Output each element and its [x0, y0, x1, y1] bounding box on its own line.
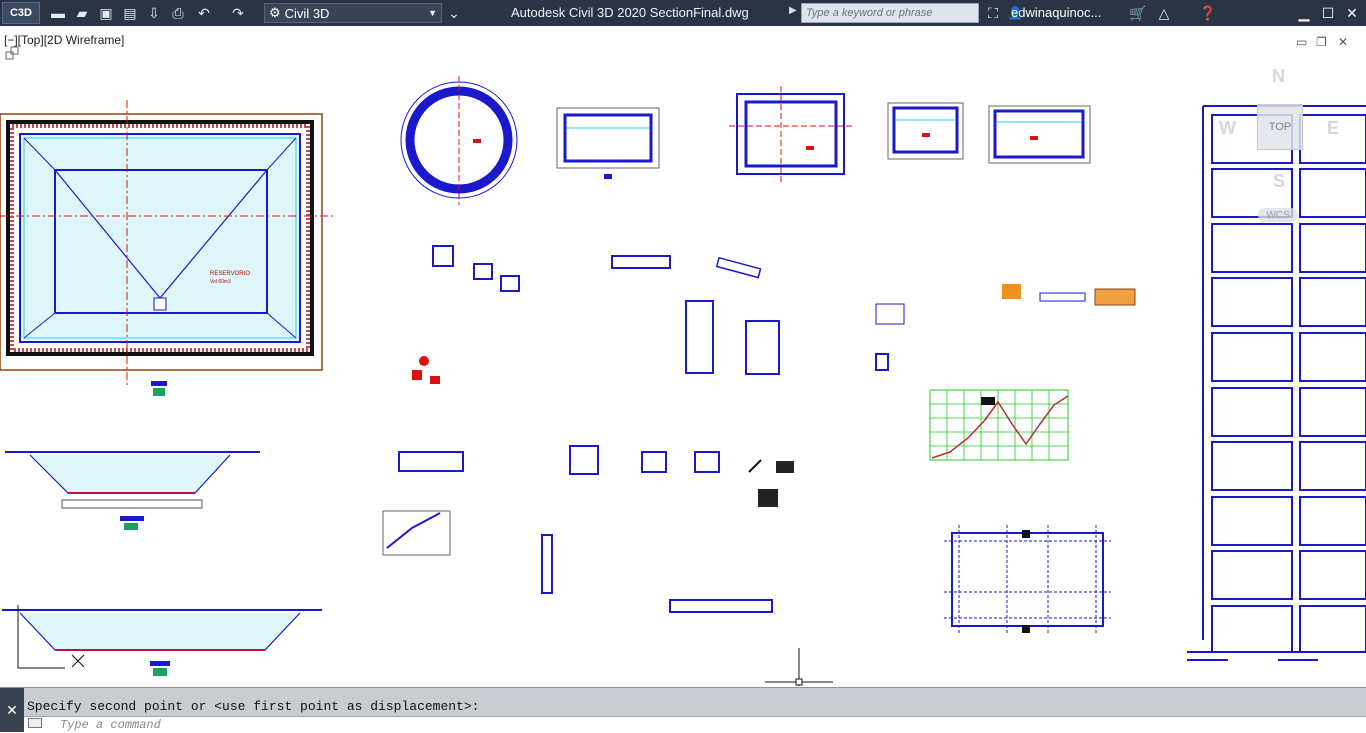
- reservoir-plan: RESERVORIO Vol:60m3: [0, 100, 336, 396]
- reservoir-volume: Vol:60m3: [210, 279, 231, 285]
- column-plan: [944, 525, 1111, 634]
- leader-line: [748, 459, 762, 473]
- wcs-menu[interactable]: WCS: [1258, 208, 1298, 222]
- reservoir-section-2: [2, 605, 322, 676]
- command-history: Specify second point or <use first point…: [27, 699, 480, 714]
- crosshair-cursor: [765, 648, 833, 686]
- red-blocks: [412, 356, 440, 384]
- small-details: [382, 245, 1086, 613]
- command-line: ✕ Specify second point or <use first poi…: [0, 687, 1366, 732]
- viewcube-top-face[interactable]: TOP: [1257, 104, 1303, 150]
- reservoir-section-1: [5, 451, 260, 530]
- brick-block: [1094, 288, 1136, 306]
- tank-plan-b: [729, 86, 852, 182]
- command-customize-icon[interactable]: [28, 718, 42, 728]
- reservoir-label: RESERVORIO: [210, 271, 250, 277]
- black-hatch-block-1: [776, 461, 794, 473]
- command-input[interactable]: Type a command: [24, 716, 1366, 732]
- profile-grid: [929, 389, 1069, 461]
- close-icon[interactable]: ✕: [0, 688, 24, 732]
- tank-section-a: [556, 107, 660, 179]
- ucs-icon: [5, 46, 19, 60]
- viewcube-north[interactable]: N: [1272, 66, 1285, 87]
- circular-tank: [400, 76, 518, 205]
- tank-section-d: [988, 105, 1091, 164]
- tank-section-c: [887, 102, 964, 160]
- viewcube-west[interactable]: W: [1219, 118, 1236, 139]
- viewcube-east[interactable]: E: [1327, 118, 1339, 139]
- drawing-svg: RESERVORIO Vol:60m3: [0, 46, 1366, 686]
- orange-block: [1002, 284, 1021, 299]
- black-hatch-block-2: [758, 489, 778, 507]
- viewcube-south[interactable]: S: [1273, 171, 1285, 192]
